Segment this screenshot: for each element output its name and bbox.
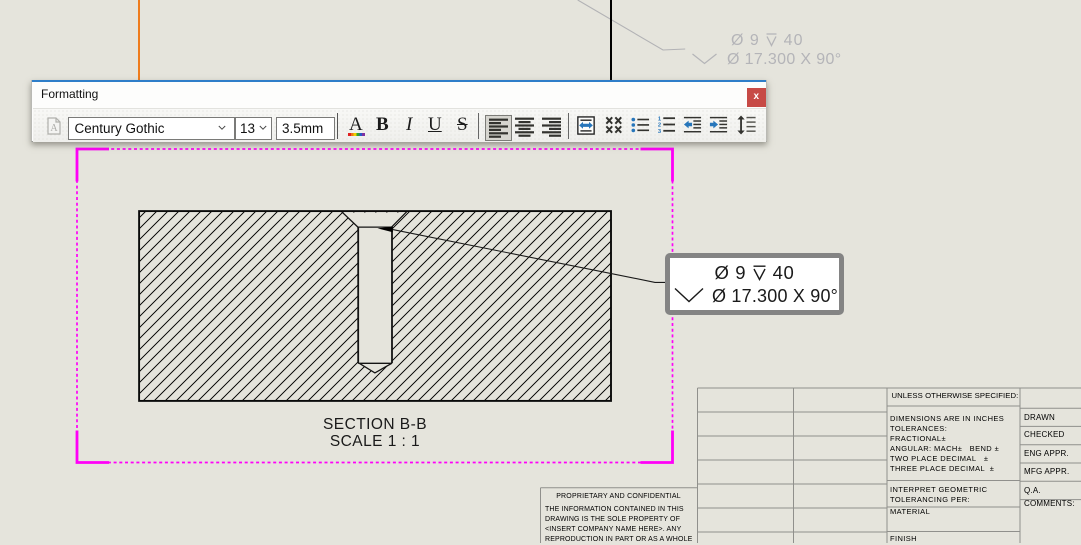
svg-text:3: 3 xyxy=(658,129,662,134)
svg-text:1: 1 xyxy=(658,116,662,122)
svg-text:2: 2 xyxy=(658,123,662,129)
svg-text:A: A xyxy=(50,123,58,134)
